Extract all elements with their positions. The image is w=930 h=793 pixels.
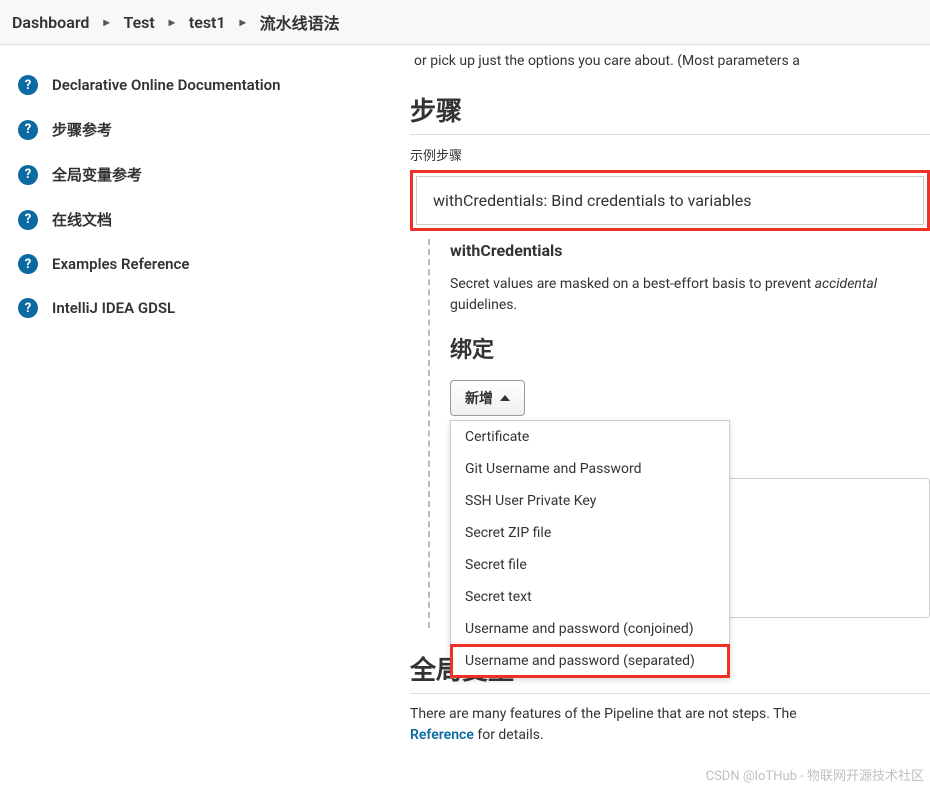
- add-binding-button[interactable]: 新增: [450, 380, 525, 416]
- watermark: CSDN @IoTHub - 物联网开源技术社区: [706, 765, 924, 784]
- help-icon: ?: [18, 298, 38, 318]
- breadcrumb-test[interactable]: Test: [123, 13, 154, 32]
- breadcrumb: Dashboard ▸ Test ▸ test1 ▸ 流水线语法: [0, 0, 930, 45]
- step-description: Secret values are masked on a best-effor…: [450, 274, 930, 316]
- step-title: withCredentials: [450, 241, 930, 260]
- step-detail: withCredentials Secret values are masked…: [428, 239, 930, 628]
- add-button-label: 新增: [465, 388, 493, 408]
- dropdown-item-secret-zip[interactable]: Secret ZIP file: [451, 517, 729, 549]
- step-select[interactable]: withCredentials: Bind credentials to var…: [416, 176, 924, 225]
- sidebar-item-label: 在线文档: [52, 209, 112, 230]
- chevron-right-icon: ▸: [103, 15, 109, 29]
- dropdown-item-git-username-password[interactable]: Git Username and Password: [451, 453, 729, 485]
- steps-heading: 步骤: [410, 91, 930, 135]
- footer-text: There are many features of the Pipeline …: [410, 704, 930, 746]
- sidebar-item-intellij-gdsl[interactable]: ? IntelliJ IDEA GDSL: [12, 286, 398, 330]
- help-icon: ?: [18, 75, 38, 95]
- breadcrumb-pipeline-syntax[interactable]: 流水线语法: [260, 10, 340, 34]
- main-content: or pick up just the options you care abo…: [410, 45, 930, 786]
- sidebar-item-declarative-docs[interactable]: ? Declarative Online Documentation: [12, 63, 398, 107]
- sidebar-item-label: Examples Reference: [52, 255, 189, 273]
- step-select-highlight: withCredentials: Bind credentials to var…: [410, 170, 930, 231]
- sidebar-item-globals-reference[interactable]: ? 全局变量参考: [12, 152, 398, 197]
- chevron-right-icon: ▸: [240, 15, 246, 29]
- dropdown-item-username-password-conjoined[interactable]: Username and password (conjoined): [451, 613, 729, 645]
- dropdown-item-username-password-separated[interactable]: Username and password (separated): [451, 645, 729, 677]
- sidebar: ? Declarative Online Documentation ? 步骤参…: [0, 45, 410, 786]
- binding-type-dropdown: Certificate Git Username and Password SS…: [450, 420, 730, 678]
- sidebar-item-label: IntelliJ IDEA GDSL: [52, 299, 175, 317]
- sidebar-item-examples-reference[interactable]: ? Examples Reference: [12, 242, 398, 286]
- bindings-heading: 绑定: [450, 332, 930, 364]
- intro-text: or pick up just the options you care abo…: [410, 53, 930, 69]
- dropdown-item-secret-file[interactable]: Secret file: [451, 549, 729, 581]
- sidebar-item-steps-reference[interactable]: ? 步骤参考: [12, 107, 398, 152]
- sample-step-label: 示例步骤: [410, 145, 930, 164]
- sidebar-item-label: 全局变量参考: [52, 164, 142, 185]
- sidebar-item-online-docs[interactable]: ? 在线文档: [12, 197, 398, 242]
- breadcrumb-dashboard[interactable]: Dashboard: [12, 13, 89, 32]
- chevron-right-icon: ▸: [169, 15, 175, 29]
- dropdown-item-ssh-private-key[interactable]: SSH User Private Key: [451, 485, 729, 517]
- reference-link[interactable]: Reference: [410, 727, 474, 743]
- sidebar-item-label: 步骤参考: [52, 119, 112, 140]
- breadcrumb-test1[interactable]: test1: [189, 13, 226, 32]
- dropdown-item-certificate[interactable]: Certificate: [451, 421, 729, 453]
- caret-up-icon: [500, 395, 510, 401]
- help-icon: ?: [18, 254, 38, 274]
- dropdown-item-secret-text[interactable]: Secret text: [451, 581, 729, 613]
- help-icon: ?: [18, 165, 38, 185]
- help-icon: ?: [18, 210, 38, 230]
- sidebar-item-label: Declarative Online Documentation: [52, 76, 281, 94]
- help-icon: ?: [18, 120, 38, 140]
